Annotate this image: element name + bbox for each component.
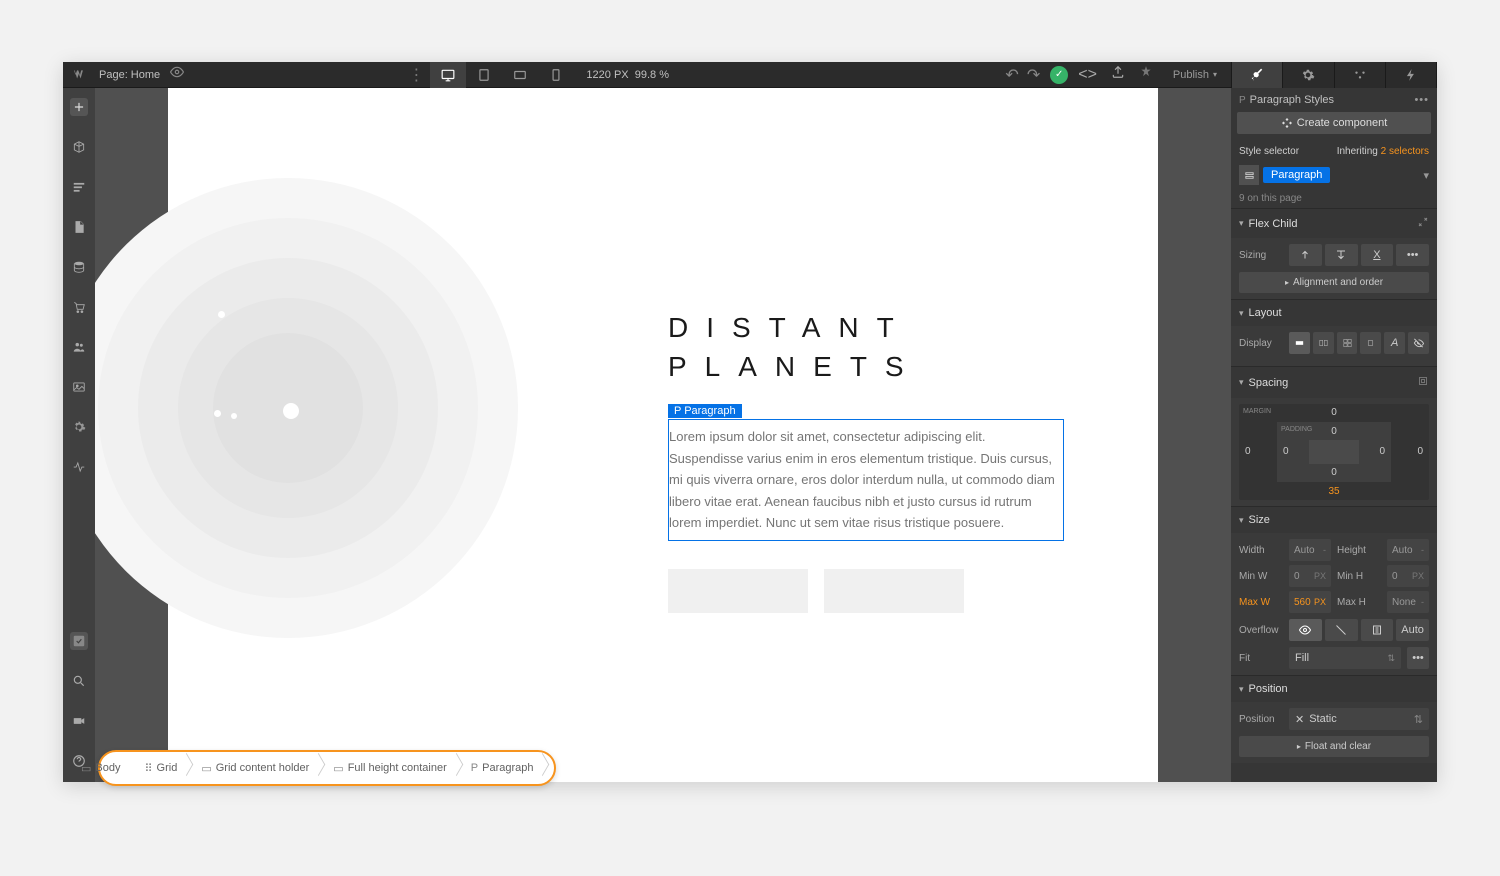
checklist-icon[interactable]	[70, 632, 88, 650]
fit-select[interactable]: Fill⇅	[1289, 647, 1401, 669]
position-section-header[interactable]: ▾Position	[1231, 676, 1437, 702]
canvas[interactable]: DISTANT PLANETS P Paragraph Lorem ipsum …	[168, 88, 1158, 782]
redo-icon[interactable]: ↷	[1027, 65, 1040, 85]
size-section-header[interactable]: ▾Size	[1231, 507, 1437, 533]
video-icon[interactable]	[70, 712, 88, 730]
settings-icon[interactable]	[70, 418, 88, 436]
height-input[interactable]: Auto-	[1387, 539, 1429, 561]
overflow-visible-button[interactable]	[1289, 619, 1322, 641]
spacing-section-header[interactable]: ▾Spacing	[1231, 367, 1437, 398]
preview-icon[interactable]	[170, 65, 184, 84]
display-grid-button[interactable]	[1337, 332, 1358, 354]
canvas-area[interactable]: DISTANT PLANETS P Paragraph Lorem ipsum …	[95, 88, 1231, 782]
fit-more-button[interactable]: •••	[1407, 647, 1429, 669]
inheriting-link[interactable]: 2 selectors	[1381, 146, 1429, 157]
width-input[interactable]: Auto-	[1289, 539, 1331, 561]
assets-icon[interactable]	[70, 378, 88, 396]
device-tablet-landscape-button[interactable]	[502, 62, 538, 88]
audit-icon[interactable]	[1139, 65, 1153, 84]
minh-input[interactable]: 0PX	[1387, 565, 1429, 587]
maxw-input[interactable]: 560PX	[1289, 591, 1331, 613]
style-panel: P Paragraph Styles ••• Create component …	[1231, 88, 1437, 782]
panel-more-icon[interactable]: •••	[1414, 94, 1429, 106]
overflow-auto-button[interactable]: Auto	[1396, 619, 1429, 641]
paragraph-element[interactable]: Lorem ipsum dolor sit amet, consectetur …	[668, 419, 1064, 540]
add-element-icon[interactable]	[70, 98, 88, 116]
audit-icon[interactable]	[70, 458, 88, 476]
undo-icon[interactable]: ↶	[1005, 65, 1018, 85]
spacing-expand-icon[interactable]	[1417, 374, 1429, 391]
selector-dropdown-icon[interactable]: ▾	[1423, 169, 1429, 182]
left-toolbar	[63, 88, 95, 782]
more-options-icon[interactable]: ⋮	[408, 65, 424, 85]
effects-tab[interactable]	[1386, 62, 1437, 88]
code-icon[interactable]: <>	[1078, 66, 1097, 84]
topbar: Page: Home ⋮ 1220 PX 99.8 % ↶ ↷ ✓ <>	[63, 62, 1231, 88]
breadcrumb-body[interactable]: ▭Body	[63, 756, 136, 780]
style-tab[interactable]	[1232, 62, 1283, 88]
webflow-logo-icon[interactable]	[71, 66, 89, 84]
ecommerce-icon[interactable]	[70, 298, 88, 316]
button-placeholder[interactable]	[824, 569, 964, 613]
sizing-none-button[interactable]: X	[1361, 244, 1394, 266]
overflow-hidden-button[interactable]	[1325, 619, 1358, 641]
sizing-grow-button[interactable]	[1325, 244, 1358, 266]
display-inline-button[interactable]: A	[1384, 332, 1405, 354]
breadcrumb-paragraph[interactable]: PParagraph	[463, 756, 550, 780]
export-icon[interactable]	[1111, 65, 1125, 84]
viewport-info[interactable]: 1220 PX 99.8 %	[586, 69, 669, 81]
create-component-button[interactable]: Create component	[1237, 112, 1431, 134]
panel-title: Paragraph Styles	[1250, 94, 1334, 106]
spacing-editor[interactable]: MARGIN PADDING 0 0 0 0 0 0 0 35	[1239, 404, 1429, 500]
right-panel-tabs	[1231, 62, 1437, 88]
margin-bottom-value: 35	[1239, 486, 1429, 497]
maxh-input[interactable]: None-	[1387, 591, 1429, 613]
search-icon[interactable]	[70, 672, 88, 690]
publish-button[interactable]: Publish▾	[1167, 69, 1223, 81]
selector-count: 9 on this page	[1231, 189, 1437, 208]
cms-icon[interactable]	[70, 258, 88, 276]
minw-input[interactable]: 0PX	[1289, 565, 1331, 587]
display-none-button[interactable]	[1408, 332, 1429, 354]
style-selector-label: Style selector	[1239, 146, 1299, 157]
reset-icon[interactable]	[1417, 216, 1429, 231]
alignment-order-button[interactable]: ▸Alignment and order	[1239, 272, 1429, 293]
flex-child-section-header[interactable]: ▾Flex Child	[1231, 209, 1437, 238]
orbit-decoration	[95, 178, 518, 638]
display-inline-block-button[interactable]	[1360, 332, 1381, 354]
breadcrumb-grid-content[interactable]: ▭Grid content holder	[193, 756, 325, 780]
selector-tag[interactable]: Paragraph	[1263, 167, 1330, 183]
users-icon[interactable]	[70, 338, 88, 356]
device-desktop-button[interactable]	[430, 62, 466, 88]
heading[interactable]: DISTANT PLANETS	[668, 308, 1068, 386]
button-placeholder[interactable]	[668, 569, 808, 613]
breadcrumb-bar: ▭Body ⠿Grid ▭Grid content holder ▭Full h…	[63, 754, 1231, 782]
overflow-scroll-button[interactable]	[1361, 619, 1394, 641]
pages-icon[interactable]	[70, 218, 88, 236]
breadcrumb-container[interactable]: ▭Full height container	[325, 756, 462, 780]
sizing-more-button[interactable]: •••	[1396, 244, 1429, 266]
float-clear-button[interactable]: ▸Float and clear	[1239, 736, 1429, 757]
interactions-tab[interactable]	[1335, 62, 1386, 88]
display-block-button[interactable]	[1289, 332, 1310, 354]
selected-element-tag: P Paragraph	[668, 404, 742, 418]
device-mobile-button[interactable]	[538, 62, 574, 88]
selector-type-icon[interactable]	[1239, 165, 1259, 185]
display-flex-button[interactable]	[1313, 332, 1334, 354]
page-selector[interactable]: Page: Home	[99, 69, 160, 81]
device-tablet-button[interactable]	[466, 62, 502, 88]
layout-section-header[interactable]: ▾Layout	[1231, 300, 1437, 326]
settings-tab[interactable]	[1283, 62, 1334, 88]
breadcrumb-grid[interactable]: ⠿Grid	[136, 756, 193, 780]
position-select[interactable]: ✕Static⇅	[1289, 708, 1429, 730]
sizing-shrink-button[interactable]	[1289, 244, 1322, 266]
components-icon[interactable]	[70, 138, 88, 156]
navigator-icon[interactable]	[70, 178, 88, 196]
publish-status-icon[interactable]: ✓	[1050, 66, 1068, 84]
